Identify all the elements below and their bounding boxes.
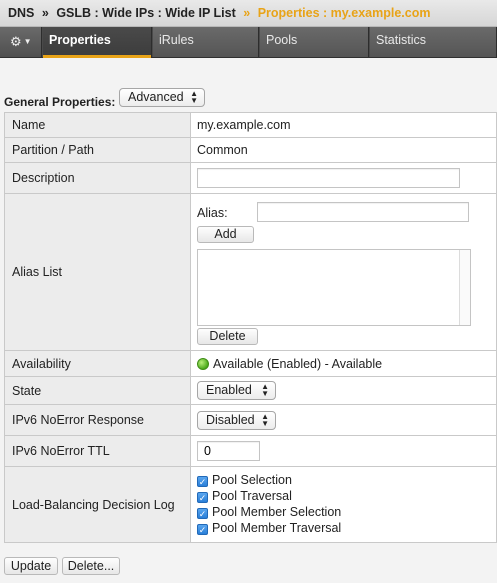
alias-listbox[interactable] bbox=[197, 249, 471, 326]
gear-menu-button[interactable]: ⚙ ▼ bbox=[0, 27, 42, 57]
ipv6-noerror-response-value: Disabled bbox=[206, 412, 255, 427]
checkbox-checked-icon[interactable]: ✓ bbox=[197, 491, 208, 503]
chevron-down-icon: ▼ bbox=[23, 37, 32, 46]
row-availability: Availability Available (Enabled) - Avail… bbox=[4, 350, 497, 377]
log-option-label: Pool Selection bbox=[212, 472, 292, 487]
listbox-scrollbar[interactable] bbox=[459, 250, 470, 325]
configuration-mode-select[interactable]: Advanced ▲ ▼ bbox=[119, 88, 205, 107]
properties-table: Name my.example.com Partition / Path Com… bbox=[4, 112, 497, 543]
gear-icon: ⚙ bbox=[10, 34, 22, 49]
select-arrows-icon: ▲ ▼ bbox=[261, 382, 269, 398]
partition-value: Common bbox=[190, 137, 497, 163]
log-option[interactable]: ✓ Pool Selection bbox=[197, 473, 496, 489]
ipv6-noerror-ttl-label: IPv6 NoError TTL bbox=[4, 435, 191, 467]
log-option[interactable]: ✓ Pool Member Traversal bbox=[197, 521, 496, 537]
tab-statistics[interactable]: Statistics bbox=[370, 27, 497, 57]
row-ipv6-noerror-ttl: IPv6 NoError TTL bbox=[4, 435, 497, 467]
ipv6-noerror-response-label: IPv6 NoError Response bbox=[4, 404, 191, 436]
configuration-mode-value: Advanced bbox=[128, 90, 184, 104]
select-arrows-icon: ▲ ▼ bbox=[190, 89, 198, 105]
checkbox-checked-icon[interactable]: ✓ bbox=[197, 475, 208, 487]
availability-label: Availability bbox=[4, 350, 191, 377]
tab-bar: ⚙ ▼ Properties iRules Pools Statistics bbox=[0, 27, 497, 58]
status-available-icon bbox=[197, 357, 209, 370]
row-state: State Enabled ▲ ▼ bbox=[4, 376, 497, 405]
alias-list-label: Alias List bbox=[4, 193, 191, 351]
name-label: Name bbox=[4, 112, 191, 138]
log-option[interactable]: ✓ Pool Member Selection bbox=[197, 505, 496, 521]
breadcrumb: DNS » GSLB : Wide IPs : Wide IP List » P… bbox=[0, 0, 497, 27]
row-alias-list: Alias List Alias: Add Delete bbox=[4, 193, 497, 351]
row-name: Name my.example.com bbox=[4, 112, 497, 138]
ipv6-noerror-response-select[interactable]: Disabled ▲ ▼ bbox=[197, 410, 276, 430]
checkbox-checked-icon[interactable]: ✓ bbox=[197, 507, 208, 519]
delete-alias-button[interactable]: Delete bbox=[197, 328, 258, 345]
tab-pools[interactable]: Pools bbox=[260, 27, 369, 57]
row-partition: Partition / Path Common bbox=[4, 137, 497, 163]
update-button[interactable]: Update bbox=[4, 557, 58, 575]
partition-label: Partition / Path bbox=[4, 137, 191, 163]
breadcrumb-separator: » bbox=[243, 6, 251, 20]
row-description: Description bbox=[4, 162, 497, 194]
ipv6-noerror-ttl-input[interactable] bbox=[197, 441, 260, 461]
log-option-label: Pool Member Traversal bbox=[212, 520, 342, 535]
availability-value: Available (Enabled) - Available bbox=[213, 356, 383, 371]
alias-input[interactable] bbox=[257, 202, 469, 222]
tab-irules[interactable]: iRules bbox=[153, 27, 259, 57]
lb-decision-log-label: Load-Balancing Decision Log bbox=[4, 466, 191, 543]
description-label: Description bbox=[4, 162, 191, 194]
state-label: State bbox=[4, 376, 191, 405]
breadcrumb-current: Properties : my.example.com bbox=[257, 6, 431, 20]
select-arrows-icon: ▲ ▼ bbox=[261, 411, 269, 428]
breadcrumb-dns[interactable]: DNS bbox=[8, 6, 34, 20]
alias-label: Alias: bbox=[197, 206, 228, 220]
tab-properties[interactable]: Properties bbox=[43, 27, 152, 58]
breadcrumb-wide-ip-list[interactable]: GSLB : Wide IPs : Wide IP List bbox=[56, 6, 235, 20]
breadcrumb-separator: » bbox=[41, 6, 49, 20]
row-ipv6-noerror-response: IPv6 NoError Response Disabled ▲ ▼ bbox=[4, 404, 497, 436]
row-lb-decision-log: Load-Balancing Decision Log ✓ Pool Select… bbox=[4, 466, 497, 543]
log-option-label: Pool Member Selection bbox=[212, 504, 342, 519]
description-input[interactable] bbox=[197, 168, 460, 188]
general-properties-label: General Properties: bbox=[4, 95, 116, 109]
state-select[interactable]: Enabled ▲ ▼ bbox=[197, 381, 276, 400]
name-value: my.example.com bbox=[190, 112, 497, 138]
state-value: Enabled bbox=[206, 383, 252, 397]
checkbox-checked-icon[interactable]: ✓ bbox=[197, 523, 208, 535]
log-option[interactable]: ✓ Pool Traversal bbox=[197, 489, 496, 505]
delete-button[interactable]: Delete... bbox=[62, 557, 120, 575]
add-alias-button[interactable]: Add bbox=[197, 226, 254, 243]
log-option-label: Pool Traversal bbox=[212, 488, 292, 503]
